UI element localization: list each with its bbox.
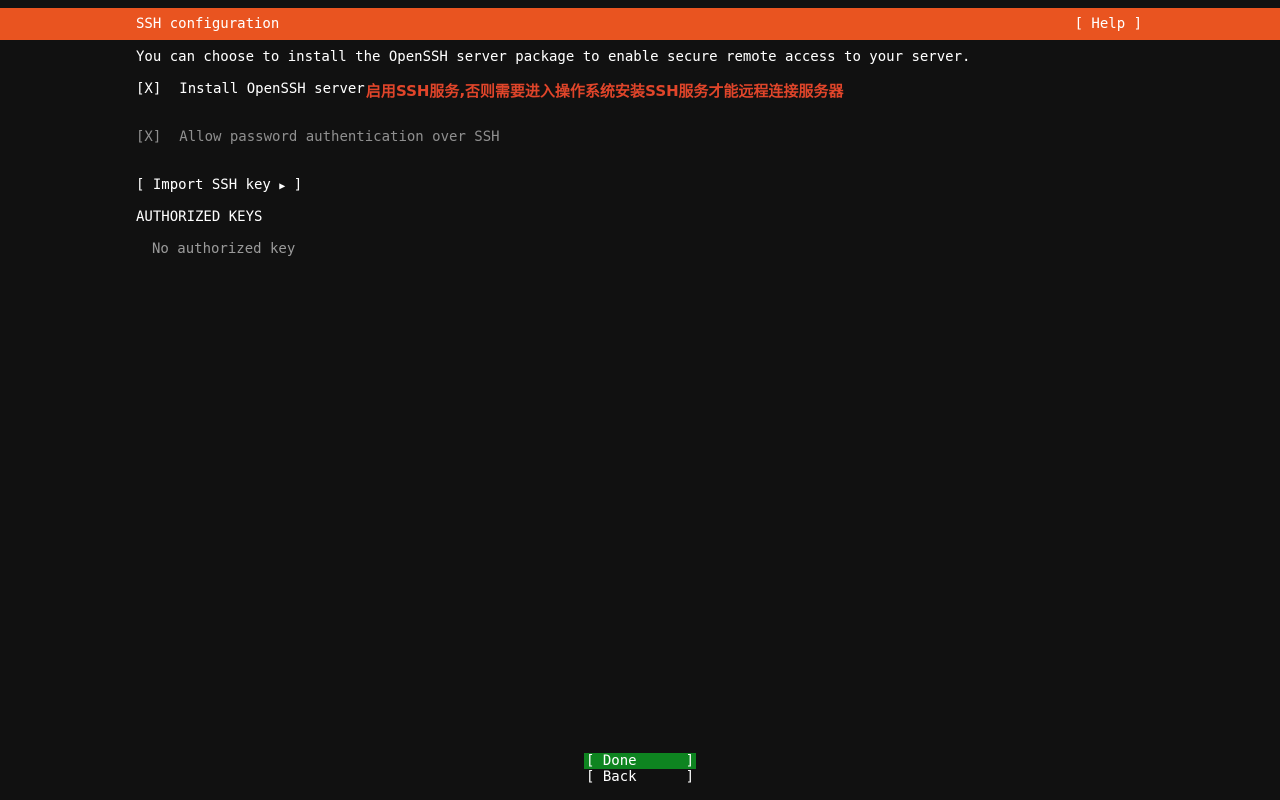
back-button-close: ] xyxy=(685,769,694,785)
install-openssh-label: Install OpenSSH server xyxy=(179,81,365,97)
install-openssh-checkbox[interactable]: [X] Install OpenSSH server xyxy=(136,79,365,99)
done-button[interactable]: [ Done ] xyxy=(584,753,696,769)
import-ssh-key-button[interactable]: [ Import SSH key ▶ ] xyxy=(136,177,302,195)
authorized-keys-heading: AUTHORIZED KEYS xyxy=(136,209,263,225)
allow-password-label: Allow password authentication over SSH xyxy=(179,129,500,145)
install-openssh-check-indicator: [X] xyxy=(136,81,162,97)
import-ssh-key-close: ] xyxy=(285,177,303,193)
page-title: SSH configuration xyxy=(136,16,280,32)
help-button[interactable]: [ Help ] xyxy=(1075,8,1142,40)
allow-password-auth-checkbox[interactable]: [X] Allow password authentication over S… xyxy=(136,127,500,147)
done-button-label: [ Done xyxy=(586,753,637,769)
allow-password-check-indicator: [X] xyxy=(136,129,162,145)
intro-text: You can choose to install the OpenSSH se… xyxy=(136,49,971,65)
annotation-note: 启用SSH服务,否则需要进入操作系统安装SSH服务才能远程连接服务器 xyxy=(366,82,844,100)
back-button[interactable]: [ Back ] xyxy=(584,769,696,785)
import-ssh-key-label: [ Import SSH key xyxy=(136,177,280,193)
back-button-label: [ Back xyxy=(586,769,637,785)
no-authorized-key-message: No authorized key xyxy=(152,241,296,257)
done-button-close: ] xyxy=(685,753,694,769)
